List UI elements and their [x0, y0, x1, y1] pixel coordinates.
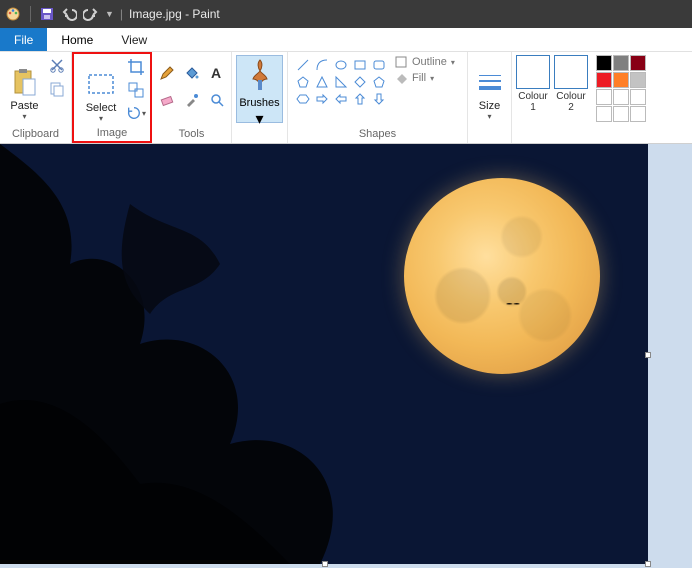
- group-tools: A Tools: [152, 52, 232, 143]
- ribbon-tabs: File Home View: [0, 28, 692, 52]
- palette-swatch[interactable]: [613, 55, 629, 71]
- copy-button[interactable]: [47, 79, 67, 99]
- pencil-tool[interactable]: [156, 61, 178, 85]
- shape-triangle[interactable]: [313, 74, 331, 90]
- tab-home[interactable]: Home: [47, 28, 107, 51]
- qat-dropdown-icon[interactable]: ▼: [105, 9, 114, 19]
- tab-view[interactable]: View: [107, 28, 161, 51]
- colour-1-label: Colour 1: [518, 91, 547, 113]
- palette-swatch[interactable]: [596, 89, 612, 105]
- shape-arrow-down[interactable]: [370, 91, 388, 107]
- colour-1-swatch[interactable]: [516, 55, 550, 89]
- palette-swatch[interactable]: [596, 106, 612, 122]
- bird-silhouette: [506, 302, 520, 306]
- shape-outline-button[interactable]: Outline ▾: [394, 55, 455, 69]
- shape-rect[interactable]: [351, 57, 369, 73]
- shape-righttri[interactable]: [332, 74, 350, 90]
- select-button[interactable]: Select ▾: [78, 57, 124, 125]
- palette-swatch[interactable]: [630, 106, 646, 122]
- select-label: Select: [86, 102, 117, 114]
- group-colours: Colour 1 Colour 2: [512, 52, 682, 143]
- shape-pentagon[interactable]: [370, 74, 388, 90]
- select-icon: [87, 68, 115, 102]
- group-brushes: Brushes ▾: [232, 52, 288, 143]
- shape-hexagon[interactable]: [294, 91, 312, 107]
- undo-icon[interactable]: [61, 6, 77, 22]
- save-icon[interactable]: [39, 6, 55, 22]
- palette-swatch[interactable]: [630, 72, 646, 88]
- paint-logo-icon: [4, 5, 22, 23]
- shape-arrow-right[interactable]: [313, 91, 331, 107]
- size-button[interactable]: Size ▾: [472, 55, 507, 123]
- palette-swatch[interactable]: [630, 89, 646, 105]
- tab-file[interactable]: File: [0, 28, 47, 51]
- shape-arrow-left[interactable]: [332, 91, 350, 107]
- shape-arrow-up[interactable]: [351, 91, 369, 107]
- paste-icon: [12, 66, 38, 100]
- shape-polygon[interactable]: [294, 74, 312, 90]
- ribbon: Paste ▾ Clipboard Select ▾: [0, 52, 692, 144]
- palette-swatch[interactable]: [613, 106, 629, 122]
- zoom-tool[interactable]: [206, 88, 228, 112]
- crop-button[interactable]: [126, 57, 146, 77]
- group-shapes-label: Shapes: [288, 126, 467, 143]
- shape-curve[interactable]: [313, 57, 331, 73]
- palette-swatch[interactable]: [630, 55, 646, 71]
- size-label: Size: [479, 100, 500, 112]
- moon: [404, 178, 600, 374]
- fill-label: Fill: [412, 72, 426, 84]
- canvas[interactable]: [0, 144, 648, 564]
- colour-palette: [596, 55, 646, 122]
- resize-handle-right[interactable]: [645, 352, 651, 358]
- resize-handle-bottom[interactable]: [322, 561, 328, 567]
- titlebar: ▼ | Image.jpg - Paint: [0, 0, 692, 28]
- palette-swatch[interactable]: [613, 72, 629, 88]
- size-icon: [477, 66, 503, 100]
- shapes-gallery[interactable]: [292, 55, 390, 109]
- text-tool[interactable]: A: [206, 61, 228, 85]
- outline-label: Outline: [412, 56, 447, 68]
- eraser-tool[interactable]: [156, 88, 178, 112]
- rotate-button[interactable]: ▾: [126, 103, 146, 123]
- fill-icon: [394, 71, 408, 85]
- shape-oval[interactable]: [332, 57, 350, 73]
- palette-swatch[interactable]: [596, 72, 612, 88]
- palette-swatch[interactable]: [613, 89, 629, 105]
- group-image-label: Image: [74, 125, 150, 142]
- shape-roundrect[interactable]: [370, 57, 388, 73]
- svg-text:A: A: [211, 65, 221, 81]
- window-title: Image.jpg - Paint: [129, 7, 220, 21]
- group-tools-label: Tools: [152, 126, 231, 143]
- picker-tool[interactable]: [181, 88, 203, 112]
- resize-button[interactable]: [126, 80, 146, 100]
- group-clipboard-label: Clipboard: [0, 126, 71, 143]
- cut-button[interactable]: [47, 55, 67, 75]
- palette-swatch[interactable]: [596, 55, 612, 71]
- redo-icon[interactable]: [83, 6, 99, 22]
- group-shapes: Outline ▾ Fill ▾ Shapes: [288, 52, 468, 143]
- shape-fill-button[interactable]: Fill ▾: [394, 71, 455, 85]
- resize-handle-corner[interactable]: [645, 561, 651, 567]
- colour-2-swatch[interactable]: [554, 55, 588, 89]
- group-image: Select ▾ ▾ Image: [72, 52, 152, 143]
- group-clipboard: Paste ▾ Clipboard: [0, 52, 72, 143]
- canvas-area: [0, 144, 692, 564]
- brushes-button[interactable]: Brushes ▾: [236, 55, 283, 123]
- shape-line[interactable]: [294, 57, 312, 73]
- shape-diamond[interactable]: [351, 74, 369, 90]
- paste-button[interactable]: Paste ▾: [4, 55, 45, 123]
- colour-2-label: Colour 2: [556, 91, 585, 113]
- brushes-label: Brushes: [239, 97, 279, 109]
- outline-icon: [394, 55, 408, 69]
- fill-tool[interactable]: [181, 61, 203, 85]
- brush-icon: [244, 58, 276, 97]
- paste-label: Paste: [10, 100, 38, 112]
- group-size: Size ▾: [468, 52, 512, 143]
